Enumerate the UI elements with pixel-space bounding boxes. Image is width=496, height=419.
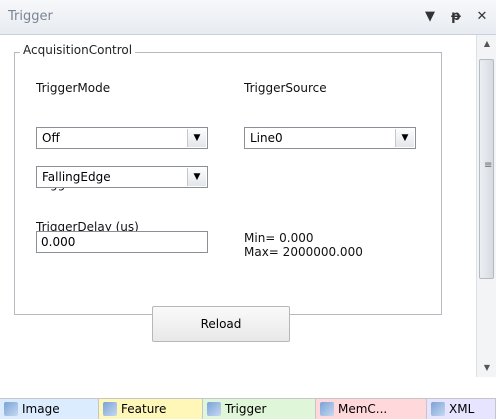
trigger-icon: [207, 402, 221, 416]
tab-xml[interactable]: XML: [427, 399, 496, 419]
pin-icon[interactable]: ᵽ: [446, 8, 466, 26]
tab-image[interactable]: Image: [0, 399, 99, 419]
tab-bar: Image Feature Trigger MemC... XML: [0, 398, 496, 419]
trigger-source-value: Line0: [250, 131, 283, 145]
xml-icon: [431, 402, 445, 416]
trigger-delay-value: 0.000: [41, 235, 76, 249]
delay-max-text: Max= 2000000.000: [244, 245, 363, 259]
tab-memc-label: MemC...: [338, 402, 388, 416]
panel-titlebar: Trigger ▼ ᵽ ✕: [0, 0, 496, 35]
dropdown-menu-icon[interactable]: ▼: [420, 8, 440, 26]
tab-trigger-label: Trigger: [225, 402, 267, 416]
feature-icon: [103, 402, 117, 416]
trigger-mode-value: Off: [42, 131, 60, 145]
grip-icon: ≡: [484, 160, 493, 171]
close-icon[interactable]: ✕: [472, 8, 492, 26]
tab-trigger[interactable]: Trigger: [203, 399, 316, 419]
group-title: AcquisitionControl: [20, 43, 136, 57]
tab-feature[interactable]: Feature: [99, 399, 203, 419]
scroll-thumb[interactable]: ≡: [479, 59, 494, 279]
panel-title: Trigger: [8, 9, 53, 24]
trigger-delay-input[interactable]: 0.000: [36, 231, 208, 253]
tab-xml-label: XML: [449, 402, 475, 416]
trigger-activation-value: FallingEdge: [42, 170, 111, 184]
scroll-up-icon[interactable]: ▲: [477, 35, 496, 53]
tab-memc[interactable]: MemC...: [316, 399, 427, 419]
trigger-pane: AcquisitionControl TriggerMode Off ▼ Tri…: [0, 35, 476, 377]
reload-button[interactable]: Reload: [152, 306, 290, 342]
tab-image-label: Image: [22, 402, 60, 416]
trigger-source-label: TriggerSource: [244, 81, 327, 95]
trigger-activation-select[interactable]: FallingEdge ▼: [36, 166, 208, 188]
scroll-down-icon[interactable]: ▼: [477, 359, 496, 377]
trigger-source-select[interactable]: Line0 ▼: [244, 127, 416, 149]
memory-icon: [320, 402, 334, 416]
vertical-scrollbar[interactable]: ▲ ≡ ▼: [476, 35, 496, 377]
chevron-down-icon[interactable]: ▼: [187, 168, 206, 186]
trigger-mode-label: TriggerMode: [36, 81, 111, 95]
chevron-down-icon[interactable]: ▼: [187, 129, 206, 147]
titlebar-controls: ▼ ᵽ ✕: [420, 8, 492, 26]
trigger-mode-select[interactable]: Off ▼: [36, 127, 208, 149]
delay-min-text: Min= 0.000: [244, 231, 314, 245]
chevron-down-icon[interactable]: ▼: [395, 129, 414, 147]
image-icon: [4, 402, 18, 416]
tab-feature-label: Feature: [121, 402, 167, 416]
